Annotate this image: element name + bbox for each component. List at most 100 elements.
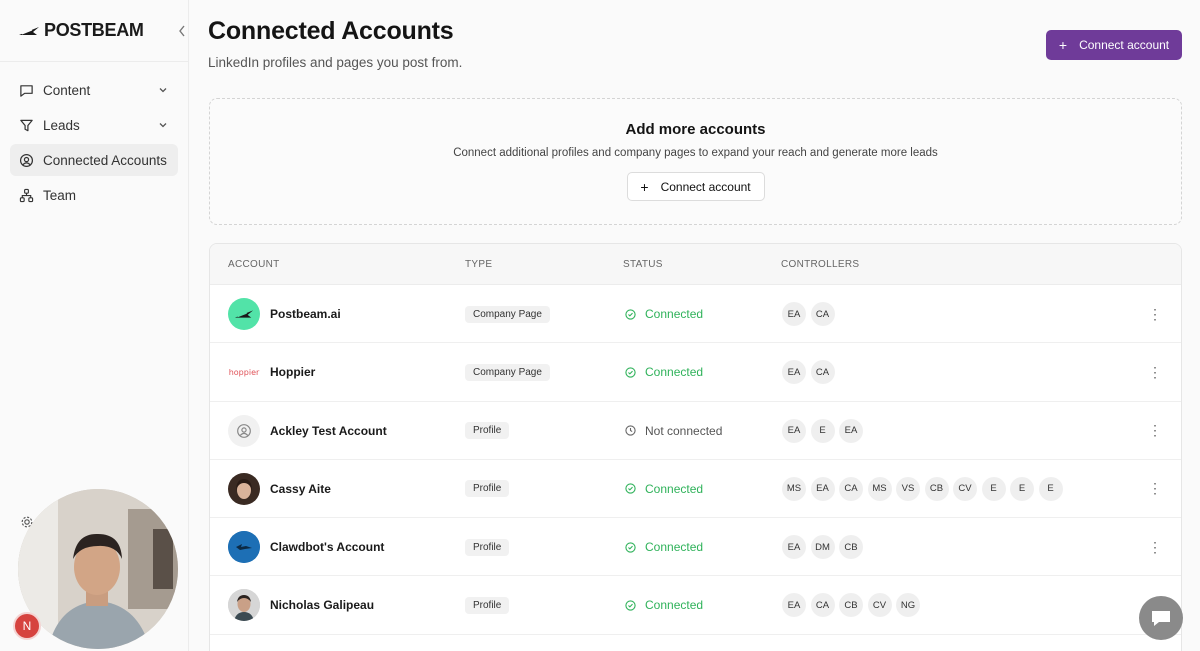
table-row[interactable]: hoppier Hoppier Company Page Connected E…	[210, 343, 1181, 402]
controller-avatar[interactable]: NG	[896, 593, 920, 618]
controller-avatar[interactable]: EA	[810, 476, 835, 501]
controller-avatar[interactable]: E	[981, 476, 1006, 501]
column-header-status: STATUS	[623, 259, 663, 270]
profile-photo-avatar	[228, 472, 260, 505]
postbeam-logo-icon	[19, 26, 39, 35]
controllers-cell: EA E EA	[782, 402, 868, 460]
sidebar-nav: Content Leads Connected Accounts Team	[0, 62, 188, 226]
more-vertical-icon[interactable]: ⋮	[1148, 364, 1162, 380]
brand-name: POSTBEAM	[44, 20, 144, 40]
controllers-cell: MS EA CA MS VS CB CV E E E	[782, 460, 1067, 518]
status-badge: Connected	[625, 482, 703, 496]
check-circle-icon	[625, 483, 636, 495]
table-row[interactable]: Postbeam.ai Company Page Connected EA CA…	[210, 285, 1181, 344]
type-badge: Profile	[465, 596, 510, 614]
table-row[interactable]: Ackley Test Account Profile Not connecte…	[210, 402, 1181, 460]
user-placeholder-icon	[228, 414, 260, 447]
postbeam-avatar-icon	[228, 298, 260, 330]
more-cell: ⋮	[1148, 460, 1162, 518]
controllers-cell: EA DM CB	[782, 518, 868, 576]
sidebar-item-label: Team	[43, 187, 77, 203]
sidebar-item-content[interactable]: Content	[10, 74, 178, 106]
controller-avatar[interactable]: CA	[810, 360, 835, 385]
plus-icon: +	[1058, 37, 1068, 53]
controller-avatar[interactable]: CA	[810, 593, 835, 618]
page-subtitle: LinkedIn profiles and pages you post fro…	[208, 55, 463, 70]
type-cell: Company Page	[465, 343, 550, 401]
controller-avatar[interactable]: E	[1038, 476, 1063, 501]
table-row[interactable]: Clawdbot's Account Profile Connected EA …	[210, 518, 1181, 577]
controller-avatar[interactable]: EA	[782, 593, 806, 618]
status-cell: Connected	[625, 285, 703, 343]
controller-avatar[interactable]: MS	[782, 476, 806, 501]
status-cell: Connected	[625, 343, 703, 401]
brand-header: POSTBEAM	[0, 0, 188, 62]
account-name: Cassy Aite	[270, 481, 331, 496]
status-badge: Connected	[625, 540, 703, 554]
status-cell: Not connected	[625, 402, 722, 460]
user-avatar[interactable]: N	[13, 612, 41, 640]
type-cell: Profile	[465, 460, 510, 518]
account-name: Nicholas Galipeau	[270, 598, 375, 613]
controller-avatar[interactable]: CA	[839, 476, 863, 501]
webcam-video-overlay	[18, 489, 178, 649]
more-vertical-icon[interactable]: ⋮	[1148, 422, 1162, 439]
status-text: Connected	[645, 598, 704, 613]
controller-avatar[interactable]: CB	[839, 535, 863, 560]
more-vertical-icon[interactable]: ⋮	[1148, 306, 1162, 322]
collapse-sidebar-icon[interactable]	[176, 22, 188, 40]
connect-account-label: Connect account	[1079, 38, 1170, 52]
controller-avatar[interactable]: CA	[810, 302, 835, 326]
status-badge: Not connected	[625, 424, 722, 438]
controller-avatar[interactable]: CV	[867, 593, 892, 618]
type-badge: Company Page	[465, 363, 550, 381]
controller-avatar[interactable]: CB	[839, 593, 863, 618]
connect-account-button[interactable]: + Connect account	[1046, 30, 1182, 60]
account-cell: Cassy Aite	[228, 460, 331, 518]
controller-avatar[interactable]: EA	[782, 360, 806, 385]
controller-avatar[interactable]: CV	[953, 476, 977, 501]
add-more-title: Add more accounts	[625, 121, 766, 138]
hoppier-logo-icon: hoppier	[228, 356, 260, 389]
account-cell: Nicholas Galipeau	[228, 576, 374, 634]
more-cell: ⋮	[1148, 343, 1162, 401]
controller-avatar[interactable]: E	[1010, 476, 1034, 501]
status-cell: Connected	[625, 518, 703, 576]
status-text: Connected	[645, 307, 704, 321]
main-content: Connected Accounts LinkedIn profiles and…	[190, 0, 1200, 651]
more-vertical-icon[interactable]: ⋮	[1148, 539, 1162, 555]
chevron-down-icon[interactable]	[158, 119, 170, 131]
add-more-description: Connect additional profiles and company …	[453, 147, 938, 159]
more-cell: ⋮	[1148, 518, 1162, 576]
chat-bubble-icon	[1152, 611, 1170, 626]
connect-account-secondary-button[interactable]: + Connect account	[626, 172, 765, 201]
controller-avatar[interactable]: CB	[924, 476, 949, 501]
controller-avatar[interactable]: VS	[896, 476, 920, 501]
controller-avatar[interactable]: E	[810, 418, 835, 443]
account-cell: Clawdbot's Account	[228, 518, 384, 576]
sidebar-item-team[interactable]: Team	[10, 179, 178, 211]
chat-support-button[interactable]	[1139, 596, 1183, 640]
status-text: Connected	[645, 540, 704, 555]
account-name: Postbeam.ai	[270, 307, 341, 321]
controller-avatar[interactable]: EA	[839, 418, 863, 443]
sidebar-item-leads[interactable]: Leads	[10, 109, 178, 141]
controller-avatar[interactable]: EA	[782, 302, 806, 326]
chevron-down-icon[interactable]	[158, 84, 170, 96]
column-header-controllers: CONTROLLERS	[781, 259, 860, 270]
controller-avatar[interactable]: MS	[867, 476, 892, 501]
table-row[interactable]: Cassy Aite Profile Connected MS EA CA MS…	[210, 460, 1181, 519]
controller-avatar[interactable]: EA	[782, 418, 806, 443]
table-row[interactable]: Nicholas Galipeau Profile Connected EA C…	[210, 576, 1181, 635]
sidebar-item-connected-accounts[interactable]: Connected Accounts	[10, 144, 178, 176]
controller-avatar[interactable]: EA	[782, 535, 806, 560]
controllers-cell: EA CA CB CV NG	[782, 576, 925, 634]
more-vertical-icon[interactable]: ⋮	[1148, 480, 1162, 497]
add-more-accounts-panel: Add more accounts Connect additional pro…	[209, 98, 1182, 225]
column-header-account: ACCOUNT	[228, 259, 280, 270]
controller-avatar[interactable]: DM	[810, 535, 835, 560]
type-badge: Profile	[465, 538, 510, 556]
controllers-cell: EA CA	[782, 343, 839, 401]
check-circle-icon	[625, 600, 636, 611]
filter-icon	[18, 117, 34, 133]
